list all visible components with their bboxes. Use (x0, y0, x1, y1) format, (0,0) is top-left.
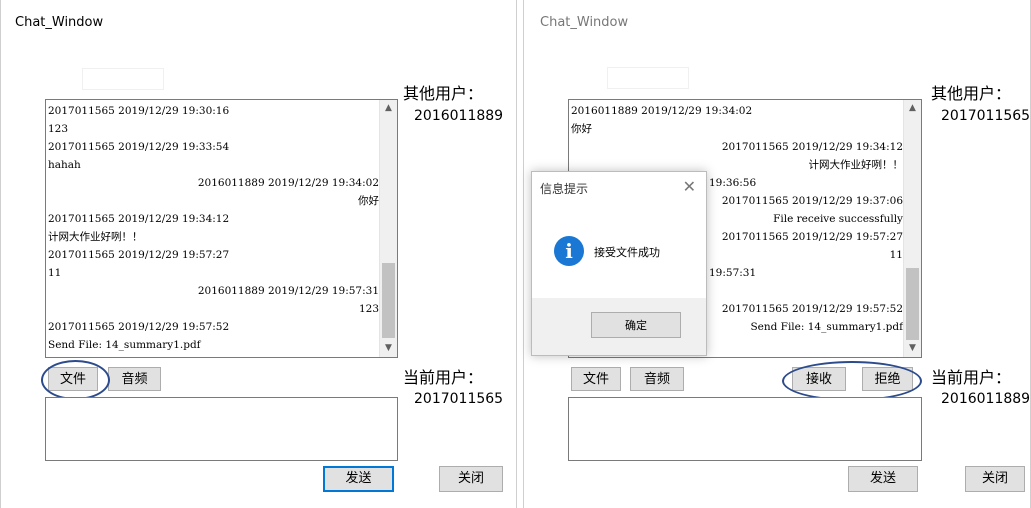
chat-line: 你好 (358, 195, 379, 207)
scroll-down-icon[interactable]: ▼ (380, 340, 397, 357)
message-input[interactable] (568, 397, 922, 461)
chat-history[interactable]: 2017011565 2019/12/29 19:30:16 123 20170… (45, 99, 398, 358)
other-user-id: 2016011889 (414, 108, 504, 124)
chat-line: 123 (358, 303, 379, 315)
audio-button[interactable]: 音频 (108, 367, 161, 391)
chat-line: 2016011889 2019/12/29 19:34:02 (197, 177, 379, 189)
chat-line: 2017011565 2019/12/29 19:33:54 (48, 141, 230, 153)
close-button[interactable]: 关闭 (965, 466, 1025, 492)
chat-line: 2017011565 2019/12/29 19:30:16 (48, 105, 230, 117)
scrollbar[interactable]: ▲ ▼ (379, 100, 397, 357)
other-user-label: 其他用户： (931, 84, 1012, 103)
chat-line: 2017011565 2019/12/29 19:34:12 (48, 213, 230, 225)
current-user-label: 当前用户： (931, 368, 1012, 387)
ok-button[interactable]: 确定 (591, 312, 681, 338)
close-icon[interactable]: ✕ (683, 177, 696, 196)
annotation-oval (782, 361, 922, 401)
window-title: Chat_Window (15, 15, 104, 30)
other-user-label: 其他用户： (403, 84, 484, 103)
chat-window-left: Chat_Window 2017011565 2019/12/29 19:30:… (0, 0, 517, 508)
chat-line: 2016011889 2019/12/29 19:34:02 (571, 105, 753, 117)
chat-line: 11 (48, 267, 62, 279)
scroll-thumb[interactable] (906, 268, 919, 340)
close-button[interactable]: 关闭 (439, 466, 503, 492)
dialog-title: 信息提示 (540, 182, 589, 196)
chat-line: 2017011565 2019/12/29 19:57:52 (48, 321, 230, 333)
chat-line: 你好 (571, 123, 592, 135)
other-user-id: 2017011565 (941, 108, 1031, 124)
audio-button[interactable]: 音频 (630, 367, 684, 391)
name-box (82, 68, 164, 90)
chat-line: 123 (48, 123, 69, 135)
chat-line: 计网大作业好咧！！ (48, 231, 143, 243)
info-dialog: 信息提示 ✕ i 接受文件成功 确定 (531, 171, 707, 356)
chat-lines: 2017011565 2019/12/29 19:30:16 123 20170… (48, 102, 379, 354)
message-input[interactable] (45, 397, 398, 461)
current-user-label: 当前用户： (403, 368, 484, 387)
scroll-down-icon[interactable]: ▼ (904, 340, 921, 357)
send-button[interactable]: 发送 (848, 466, 918, 492)
current-user-id: 2016011889 (941, 391, 1031, 407)
chat-line: hahah (48, 159, 81, 171)
annotation-oval (41, 360, 110, 400)
scroll-up-icon[interactable]: ▲ (380, 100, 397, 117)
file-button[interactable]: 文件 (571, 367, 621, 391)
chat-line: Send File: 14_summary1.pdf (48, 339, 201, 351)
scroll-thumb[interactable] (382, 263, 395, 338)
send-button[interactable]: 发送 (323, 466, 394, 492)
scroll-up-icon[interactable]: ▲ (904, 100, 921, 117)
chat-line: 2017011565 2019/12/29 19:34:12 (721, 141, 903, 153)
name-box (607, 67, 689, 89)
chat-line: 2017011565 2019/12/29 19:57:27 (48, 249, 230, 261)
chat-line: 2016011889 2019/12/29 19:57:31 (197, 285, 379, 297)
current-user-id: 2017011565 (414, 391, 504, 407)
scrollbar[interactable]: ▲ ▼ (903, 100, 921, 357)
dialog-message: 接受文件成功 (594, 246, 660, 259)
info-icon: i (554, 236, 584, 266)
window-title: Chat_Window (540, 15, 629, 30)
